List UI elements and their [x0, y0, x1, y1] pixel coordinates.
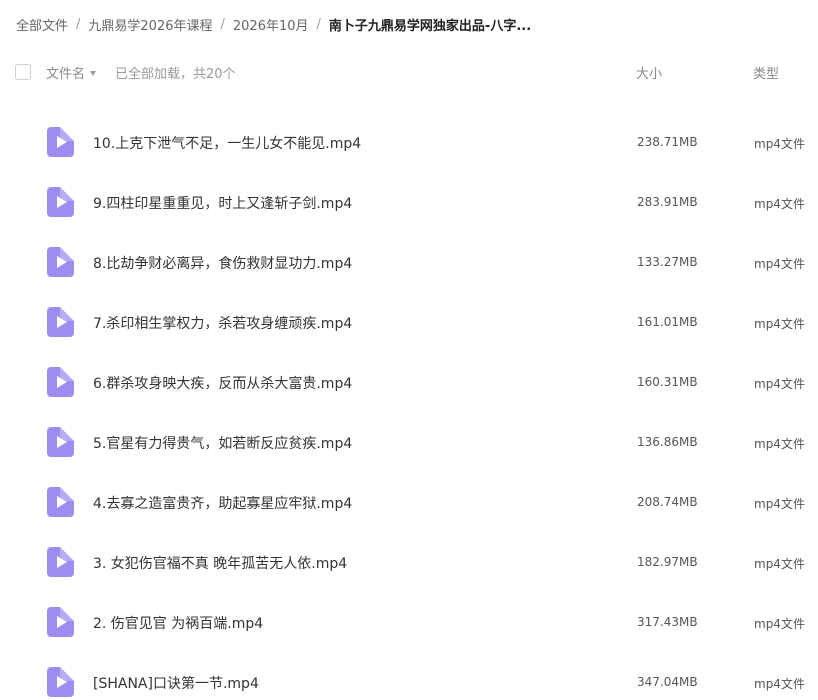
breadcrumb-all-files[interactable]: 全部文件: [16, 15, 68, 34]
file-size: 347.04MB: [637, 675, 698, 689]
file-type: mp4文件: [754, 377, 805, 391]
breadcrumb-separator: /: [76, 16, 81, 32]
file-size: 136.86MB: [637, 435, 698, 449]
video-file-icon: [47, 667, 74, 697]
file-name[interactable]: 5.官星有力得贵气，如若断反应贫疾.mp4: [93, 433, 352, 453]
breadcrumb-separator: /: [220, 16, 225, 32]
file-name[interactable]: 3. 女犯伤官福不真 晚年孤苦无人依.mp4: [93, 553, 347, 573]
video-file-icon: [47, 427, 74, 457]
file-row[interactable]: 4.去寡之造富贵齐，助起寡星应牢狱.mp4 208.74MB mp4文件: [0, 472, 818, 532]
column-header-name[interactable]: 文件名: [46, 63, 97, 82]
file-row[interactable]: 2. 伤官见官 为祸百端.mp4 317.43MB mp4文件: [0, 592, 818, 652]
file-type: mp4文件: [754, 677, 805, 691]
file-type: mp4文件: [754, 617, 805, 631]
file-row[interactable]: 3. 女犯伤官福不真 晚年孤苦无人依.mp4 182.97MB mp4文件: [0, 532, 818, 592]
video-file-icon: [47, 367, 74, 397]
file-list: 10.上克下泄气不足，一生儿女不能见.mp4 238.71MB mp4文件 9.…: [0, 112, 818, 700]
file-name[interactable]: [SHANA]口诀第一节.mp4: [93, 673, 259, 693]
breadcrumb-separator: /: [316, 16, 321, 32]
sort-down-icon[interactable]: [90, 71, 97, 76]
column-header-type[interactable]: 类型: [753, 63, 779, 82]
file-name[interactable]: 2. 伤官见官 为祸百端.mp4: [93, 613, 263, 633]
breadcrumb: 全部文件 / 九鼎易学2026年课程 / 2026年10月 / 南卜子九鼎易学网…: [16, 14, 531, 34]
play-icon: [57, 556, 67, 568]
file-size: 317.43MB: [637, 615, 698, 629]
file-type: mp4文件: [754, 557, 805, 571]
file-name[interactable]: 6.群杀攻身映大疾，反而从杀大富贵.mp4: [93, 373, 352, 393]
breadcrumb-month[interactable]: 2026年10月: [233, 15, 309, 34]
file-size: 238.71MB: [637, 135, 698, 149]
file-browser: 全部文件 / 九鼎易学2026年课程 / 2026年10月 / 南卜子九鼎易学网…: [0, 0, 818, 700]
file-row[interactable]: 5.官星有力得贵气，如若断反应贫疾.mp4 136.86MB mp4文件: [0, 412, 818, 472]
load-status-text: 已全部加载，共20个: [115, 67, 236, 82]
file-name[interactable]: 9.四柱印星重重见，时上又逢斩子剑.mp4: [93, 193, 352, 213]
file-size: 133.27MB: [637, 255, 698, 269]
play-icon: [57, 256, 67, 268]
file-name[interactable]: 10.上克下泄气不足，一生儿女不能见.mp4: [93, 133, 361, 153]
video-file-icon: [47, 607, 74, 637]
file-name[interactable]: 4.去寡之造富贵齐，助起寡星应牢狱.mp4: [93, 493, 352, 513]
file-row[interactable]: 8.比劫争财必离异，食伤救财显功力.mp4 133.27MB mp4文件: [0, 232, 818, 292]
video-file-icon: [47, 547, 74, 577]
file-row[interactable]: 9.四柱印星重重见，时上又逢斩子剑.mp4 283.91MB mp4文件: [0, 172, 818, 232]
file-size: 161.01MB: [637, 315, 698, 329]
video-file-icon: [47, 307, 74, 337]
play-icon: [57, 676, 67, 688]
file-type: mp4文件: [754, 197, 805, 211]
column-header-size[interactable]: 大小: [636, 63, 662, 82]
file-row[interactable]: 7.杀印相生掌权力，杀若攻身缠顽疾.mp4 161.01MB mp4文件: [0, 292, 818, 352]
file-name[interactable]: 7.杀印相生掌权力，杀若攻身缠顽疾.mp4: [93, 313, 352, 333]
column-header-name-label: 文件名: [46, 67, 86, 82]
list-header: 文件名 已全部加载，共20个 大小 类型: [0, 60, 818, 84]
file-name[interactable]: 8.比劫争财必离异，食伤救财显功力.mp4: [93, 253, 352, 273]
play-icon: [57, 616, 67, 628]
play-icon: [57, 136, 67, 148]
play-icon: [57, 376, 67, 388]
file-row[interactable]: 6.群杀攻身映大疾，反而从杀大富贵.mp4 160.31MB mp4文件: [0, 352, 818, 412]
file-size: 208.74MB: [637, 495, 698, 509]
file-size: 160.31MB: [637, 375, 698, 389]
breadcrumb-course[interactable]: 九鼎易学2026年课程: [88, 15, 212, 34]
file-row[interactable]: 10.上克下泄气不足，一生儿女不能见.mp4 238.71MB mp4文件: [0, 112, 818, 172]
play-icon: [57, 496, 67, 508]
file-type: mp4文件: [754, 497, 805, 511]
play-icon: [57, 436, 67, 448]
file-type: mp4文件: [754, 317, 805, 331]
play-icon: [57, 316, 67, 328]
video-file-icon: [47, 187, 74, 217]
video-file-icon: [47, 487, 74, 517]
video-file-icon: [47, 127, 74, 157]
file-size: 283.91MB: [637, 195, 698, 209]
file-type: mp4文件: [754, 257, 805, 271]
file-size: 182.97MB: [637, 555, 698, 569]
video-file-icon: [47, 247, 74, 277]
file-type: mp4文件: [754, 437, 805, 451]
breadcrumb-current-folder: 南卜子九鼎易学网独家出品-八字...: [328, 18, 532, 34]
play-icon: [57, 196, 67, 208]
file-row[interactable]: [SHANA]口诀第一节.mp4 347.04MB mp4文件: [0, 652, 818, 700]
file-type: mp4文件: [754, 137, 805, 151]
select-all-checkbox[interactable]: [15, 64, 31, 80]
